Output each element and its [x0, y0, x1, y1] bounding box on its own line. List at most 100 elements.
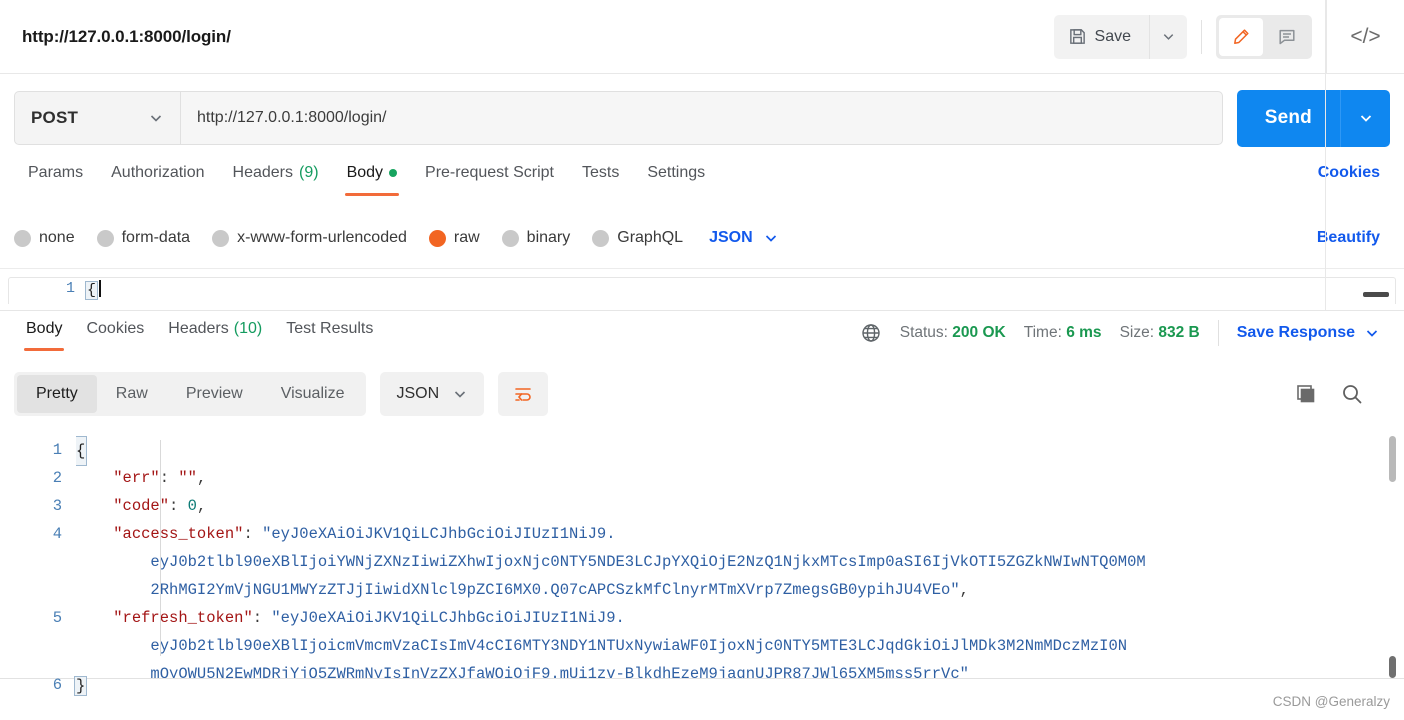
tab-tests-label: Tests: [581, 164, 620, 181]
response-scrollbar-thumb[interactable]: [1389, 436, 1396, 482]
response-tab-cookies-label: Cookies: [86, 320, 145, 337]
search-icon[interactable]: [1340, 382, 1364, 406]
http-method-label: POST: [31, 108, 79, 127]
code-line-6: }: [74, 676, 88, 696]
comment-icon: [1277, 27, 1297, 47]
radio-icon: [592, 229, 610, 247]
globe-icon[interactable]: [860, 322, 882, 344]
line-number: 5: [52, 609, 62, 627]
response-view-group: Pretty Raw Preview Visualize: [14, 372, 367, 416]
json-value-access-token-part1: "eyJ0eXAiOiJKV1QiLCJhbGciOiJIUzI1NiJ9.: [262, 525, 616, 543]
tab-tests[interactable]: Tests: [568, 160, 633, 196]
text-cursor: [99, 280, 102, 297]
save-button[interactable]: Save: [1053, 14, 1149, 59]
tab-body[interactable]: Body: [333, 160, 411, 196]
response-tab-headers[interactable]: Headers (10): [156, 318, 274, 351]
tab-body-label: Body: [346, 164, 384, 181]
response-code-lines[interactable]: { "err": "", "code": 0, "access_token": …: [76, 424, 1404, 678]
request-title: http://127.0.0.1:8000/login/: [22, 26, 231, 46]
time-metric: Time: 6 ms: [1024, 324, 1102, 342]
url-input[interactable]: http://127.0.0.1:8000/login/: [180, 91, 1223, 145]
view-preview[interactable]: Preview: [167, 375, 262, 413]
code-fold-guide: [160, 440, 161, 656]
view-visualize[interactable]: Visualize: [262, 375, 364, 413]
response-actions: [1294, 382, 1390, 406]
tab-settings[interactable]: Settings: [633, 160, 719, 196]
body-mode-urlencoded[interactable]: x-www-form-urlencoded: [212, 229, 407, 247]
body-mode-raw[interactable]: raw: [428, 229, 480, 247]
request-body-editor-frame[interactable]: 1 {: [8, 277, 1396, 304]
tab-params[interactable]: Params: [14, 160, 97, 196]
body-mode-none[interactable]: none: [14, 229, 75, 247]
size-metric: Size: 832 B: [1120, 324, 1200, 342]
radio-icon: [14, 229, 31, 247]
comments-button[interactable]: [1265, 18, 1309, 56]
line-number: 1: [52, 441, 62, 459]
status-value: 200 OK: [952, 323, 1006, 341]
cookies-link[interactable]: Cookies: [1308, 160, 1390, 196]
view-pretty[interactable]: Pretty: [17, 375, 97, 413]
code-brackets-icon[interactable]: </>: [1350, 25, 1380, 49]
tab-headers-label: Headers: [232, 164, 293, 181]
save-response-button[interactable]: Save Response: [1237, 324, 1390, 342]
toolbar-divider: [1201, 19, 1202, 54]
word-wrap-button[interactable]: [498, 372, 549, 416]
edit-request-button[interactable]: [1219, 17, 1263, 56]
line-number: 2: [52, 469, 62, 487]
response-format-select[interactable]: JSON: [380, 372, 485, 416]
response-tab-headers-count: (10): [233, 320, 263, 337]
code-line-5-wrap-1: eyJ0b2tlbl90eXBlIjoicmVmcmVzaCIsImV4cCI6…: [76, 632, 1404, 660]
tab-authorization[interactable]: Authorization: [97, 160, 218, 196]
status-label: Status:: [899, 323, 948, 341]
code-brace-open: {: [76, 436, 88, 466]
response-body-viewer[interactable]: 1 2 3 4 5 { "err": "", "code": 0, "acces…: [0, 424, 1404, 678]
radio-icon: [212, 229, 230, 247]
tab-pre-request-script[interactable]: Pre-request Script: [411, 160, 568, 196]
request-editor-scrollbar[interactable]: [1363, 292, 1389, 297]
http-method-select[interactable]: POST: [14, 91, 180, 145]
response-code-block: 1 2 3 4 5 { "err": "", "code": 0, "acces…: [0, 424, 1404, 678]
body-format-label: JSON: [709, 229, 753, 246]
json-key-access-token: "access_token": [113, 525, 244, 543]
tab-headers[interactable]: Headers (9): [219, 160, 333, 196]
copy-icon[interactable]: [1294, 382, 1318, 406]
json-key-err: "err": [113, 469, 160, 487]
json-value-access-token-part2: eyJ0b2tlbl90eXBlIjoiYWNjZXNzIiwiZXhwIjox…: [150, 553, 1146, 571]
chevron-down-icon: [148, 110, 164, 126]
url-input-value: http://127.0.0.1:8000/login/: [197, 109, 387, 126]
code-line-3: "code": 0,: [113, 497, 207, 515]
status-metric: Status: 200 OK: [900, 324, 1006, 342]
radio-icon: [501, 229, 519, 247]
tab-pre-request-script-label: Pre-request Script: [425, 164, 554, 181]
response-tab-body[interactable]: Body: [14, 318, 74, 351]
topbar-actions: Save </>: [1053, 0, 1404, 74]
chevron-down-icon: [1364, 325, 1380, 341]
request-tabs: Params Authorization Headers (9) Body Pr…: [0, 160, 1404, 206]
body-mode-form-data[interactable]: form-data: [96, 229, 190, 247]
radio-icon: [96, 229, 114, 247]
response-tab-test-results[interactable]: Test Results: [274, 318, 385, 351]
watermark: CSDN @Generalzy: [1272, 694, 1390, 709]
save-options-button[interactable]: [1149, 14, 1187, 59]
beautify-link[interactable]: Beautify: [1317, 229, 1390, 247]
postman-app-window: http://127.0.0.1:8000/login/ Save </> PO…: [0, 0, 1404, 720]
response-toolbar: Pretty Raw Preview Visualize JSON: [0, 366, 1404, 422]
code-line-5-wrap-2: mQyOWU5N2EwMDRjYjQ5ZWRmNyIsInVzZXJfaWQiO…: [76, 660, 1404, 678]
response-tab-cookies[interactable]: Cookies: [74, 318, 156, 351]
response-scrollbar-thumb-lower[interactable]: [1389, 656, 1396, 678]
code-line-4: "access_token": "eyJ0eXAiOiJKV1QiLCJhbGc…: [113, 525, 616, 543]
body-mode-binary[interactable]: binary: [501, 229, 570, 247]
send-options-button[interactable]: [1340, 89, 1390, 147]
view-raw[interactable]: Raw: [97, 375, 167, 413]
json-value-refresh-token-part2: eyJ0b2tlbl90eXBlIjoicmVmcmVzaCIsImV4cCI6…: [150, 637, 1128, 655]
word-wrap-icon: [512, 383, 534, 405]
line-number: [0, 632, 62, 660]
tab-settings-label: Settings: [647, 164, 706, 181]
json-value-code: 0: [187, 497, 197, 515]
save-button-group: Save: [1053, 14, 1187, 59]
request-editor-content[interactable]: {: [85, 278, 102, 300]
body-format-select[interactable]: JSON: [709, 229, 779, 247]
body-modified-dot-icon: [389, 169, 398, 177]
request-body-editor[interactable]: 1 {: [0, 268, 1404, 304]
body-mode-graphql[interactable]: GraphQL: [592, 229, 683, 247]
